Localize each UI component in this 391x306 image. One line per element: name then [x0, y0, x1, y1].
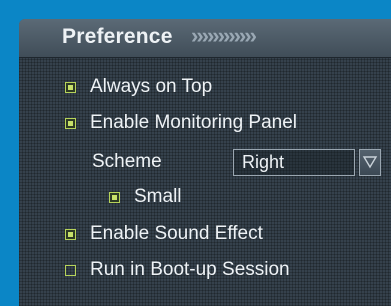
- panel-title: Preference: [62, 25, 173, 48]
- scheme-label: Scheme: [92, 151, 162, 172]
- scheme-row: Scheme: [92, 150, 162, 174]
- enable-monitoring-panel-checkbox[interactable]: [65, 117, 76, 129]
- option-run-in-boot-up-session[interactable]: Run in Boot-up Session: [65, 258, 290, 282]
- panel-header: Preference ››››››››››››: [19, 19, 391, 58]
- option-always-on-top[interactable]: Always on Top: [65, 75, 212, 99]
- small-label: Small: [134, 186, 182, 207]
- option-enable-sound-effect[interactable]: Enable Sound Effect: [65, 222, 263, 246]
- run-in-boot-up-session-label: Run in Boot-up Session: [90, 259, 290, 280]
- option-enable-monitoring-panel[interactable]: Enable Monitoring Panel: [65, 111, 297, 135]
- always-on-top-label: Always on Top: [90, 76, 213, 97]
- window-frame: Preference ›››››››››››› Always on Top En…: [0, 0, 391, 306]
- small-checkbox[interactable]: [109, 191, 120, 203]
- preference-panel: Preference ›››››››››››› Always on Top En…: [19, 19, 391, 306]
- enable-sound-effect-label: Enable Sound Effect: [90, 223, 263, 244]
- triangle-down-icon: [362, 156, 378, 169]
- chevron-decoration-icon: ››››››››››››: [191, 23, 257, 48]
- run-in-boot-up-session-checkbox[interactable]: [65, 264, 76, 276]
- option-small[interactable]: Small: [109, 185, 182, 209]
- always-on-top-checkbox[interactable]: [65, 81, 76, 93]
- scheme-select-value: Right: [242, 152, 285, 172]
- enable-monitoring-panel-label: Enable Monitoring Panel: [90, 112, 298, 133]
- scheme-select[interactable]: Right: [233, 149, 355, 176]
- scheme-dropdown-button[interactable]: [359, 149, 381, 176]
- enable-sound-effect-checkbox[interactable]: [65, 228, 76, 240]
